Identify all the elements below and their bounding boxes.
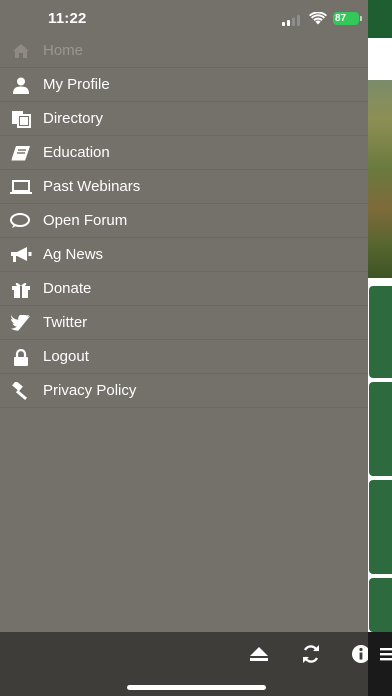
menu-item-directory[interactable]: Directory	[0, 102, 368, 136]
menu-item-home[interactable]: Home	[0, 34, 368, 68]
menu-item-label: Ag News	[43, 246, 104, 263]
menu-item-label: Directory	[43, 110, 104, 127]
gavel-icon	[10, 382, 32, 400]
menu-item-education[interactable]: Education	[0, 136, 368, 170]
toolbar-peek	[368, 632, 392, 696]
menu-item-label: Home	[43, 42, 84, 59]
menu-item-label: Donate	[43, 280, 92, 297]
menu-item-label: My Profile	[43, 76, 110, 93]
menu-item-label: Privacy Policy	[43, 382, 137, 399]
twitter-icon	[10, 314, 32, 332]
status-bar: 11:22 87	[0, 0, 368, 38]
menu-icon[interactable]	[380, 644, 392, 664]
battery-icon: 87	[333, 12, 359, 25]
laptop-icon	[10, 178, 32, 196]
tile-card[interactable]	[369, 286, 392, 378]
user-icon	[10, 76, 32, 94]
status-time: 11:22	[48, 10, 87, 27]
home-icon	[10, 42, 32, 60]
menu-item-label: Twitter	[43, 314, 88, 331]
menu-item-my-profile[interactable]: My Profile	[0, 68, 368, 102]
menu-item-donate[interactable]: Donate	[0, 272, 368, 306]
menu-item-logout[interactable]: Logout	[0, 340, 368, 374]
menu-item-ag-news[interactable]: Ag News	[0, 238, 368, 272]
tile-card[interactable]	[369, 382, 392, 476]
farmland-photo	[368, 80, 392, 278]
cellular-signal-icon	[282, 13, 302, 31]
wifi-icon	[309, 11, 327, 30]
menu-item-label: Education	[43, 144, 110, 161]
gift-icon	[10, 280, 32, 298]
battery-tip	[360, 16, 362, 21]
menu-item-twitter[interactable]: Twitter	[0, 306, 368, 340]
menu-item-label: Open Forum	[43, 212, 128, 229]
main-screen-peek[interactable]	[368, 0, 392, 632]
eject-icon[interactable]	[248, 644, 270, 664]
menu-item-label: Past Webinars	[43, 178, 141, 195]
tile-card[interactable]	[369, 480, 392, 574]
refresh-icon[interactable]	[300, 644, 322, 664]
side-drawer-menu: Home My Profile Directory Education Past…	[0, 34, 368, 408]
chat-icon	[10, 212, 32, 230]
menu-item-privacy-policy[interactable]: Privacy Policy	[0, 374, 368, 408]
lock-icon	[10, 348, 32, 366]
battery-level: 87	[335, 13, 347, 24]
tile-card[interactable]	[369, 578, 392, 632]
header-bar	[368, 0, 392, 38]
header-banner	[368, 38, 392, 80]
book-icon	[10, 144, 32, 162]
copy-icon	[10, 110, 32, 128]
home-indicator[interactable]	[127, 685, 266, 690]
menu-item-label: Logout	[43, 348, 89, 365]
megaphone-icon	[10, 246, 32, 264]
menu-item-past-webinars[interactable]: Past Webinars	[0, 170, 368, 204]
menu-item-open-forum[interactable]: Open Forum	[0, 204, 368, 238]
